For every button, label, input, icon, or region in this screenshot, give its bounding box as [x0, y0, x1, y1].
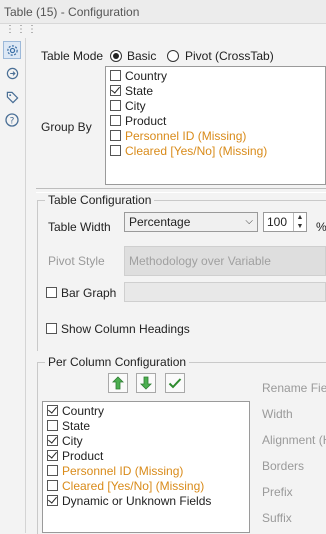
connection-icon[interactable]	[3, 64, 21, 82]
table-mode-label: Table Mode	[41, 49, 104, 63]
gear-icon[interactable]	[3, 41, 21, 59]
checkbox[interactable]	[47, 405, 58, 416]
table-config-title: Table Configuration	[45, 193, 155, 207]
move-up-icon	[112, 376, 124, 390]
grip-handle[interactable]: ⋮⋮⋮	[5, 25, 38, 35]
table-width-number[interactable]: 100 ▲ ▼	[263, 212, 307, 232]
table-width-unit: %	[316, 220, 326, 234]
tag-icon[interactable]	[3, 88, 21, 106]
checkbox[interactable]	[110, 115, 121, 126]
basic-radio[interactable]	[110, 50, 122, 62]
basic-radio-label[interactable]: Basic	[127, 49, 156, 63]
pivot-style-label: Pivot Style	[48, 254, 105, 268]
list-item[interactable]: Dynamic or Unknown Fields	[47, 494, 211, 509]
move-down-icon	[140, 376, 152, 390]
checkbox[interactable]	[47, 465, 58, 476]
bar-graph-input	[124, 282, 326, 302]
help-icon[interactable]: ?	[3, 111, 21, 129]
window-title: Table (15) - Configuration	[0, 0, 326, 24]
bar-graph-checkbox[interactable]	[46, 287, 57, 298]
chevron-down-icon: ⌵	[245, 216, 253, 227]
checkbox[interactable]	[47, 420, 58, 431]
sidebar: ?	[0, 38, 26, 533]
pivot-radio-label[interactable]: Pivot (CrossTab)	[185, 49, 274, 63]
checkbox[interactable]	[110, 130, 121, 141]
width-label: Width	[262, 407, 293, 421]
list-item[interactable]: Cleared [Yes/No] (Missing)	[47, 479, 204, 494]
move-down-button[interactable]	[136, 373, 156, 393]
list-item[interactable]: City	[110, 99, 146, 114]
spin-down-icon[interactable]: ▼	[294, 222, 306, 231]
list-item[interactable]: Product	[110, 114, 166, 129]
borders-label: Borders	[262, 459, 305, 473]
checkbox[interactable]	[47, 450, 58, 461]
list-item[interactable]: Personnel ID (Missing)	[110, 129, 246, 144]
show-headings-checkbox-row[interactable]: Show Column Headings	[46, 322, 190, 336]
checkbox[interactable]	[47, 435, 58, 446]
rename-field-label: Rename Field	[262, 381, 326, 395]
show-headings-checkbox[interactable]	[46, 323, 57, 334]
suffix-label: Suffix	[262, 511, 292, 525]
list-item[interactable]: Cleared [Yes/No] (Missing)	[110, 144, 267, 159]
group-by-list[interactable]: Country State City Product Personnel ID …	[105, 66, 326, 185]
check-all-icon	[168, 378, 182, 389]
checkbox[interactable]	[110, 70, 121, 81]
table-width-select[interactable]: Percentage ⌵	[124, 212, 258, 232]
pivot-radio[interactable]	[167, 50, 179, 62]
alignment-label: Alignment (H)	[262, 433, 326, 447]
per-column-list[interactable]: Country State City Product Personnel ID …	[42, 401, 250, 533]
svg-text:?: ?	[10, 117, 15, 127]
bar-graph-checkbox-row[interactable]: Bar Graph	[46, 286, 116, 300]
checkbox[interactable]	[110, 85, 121, 96]
checkbox[interactable]	[47, 495, 58, 506]
group-by-label: Group By	[41, 120, 92, 134]
pivot-style-select: Methodology over Variable	[124, 246, 326, 276]
check-all-button[interactable]	[165, 373, 185, 393]
spin-buttons[interactable]: ▲ ▼	[293, 213, 306, 231]
move-up-button[interactable]	[108, 373, 128, 393]
per-column-title: Per Column Configuration	[45, 355, 190, 369]
list-item[interactable]: Country	[110, 69, 167, 84]
list-item[interactable]: State	[110, 84, 153, 99]
list-item[interactable]: Country	[47, 404, 104, 419]
prefix-label: Prefix	[262, 485, 293, 499]
checkbox[interactable]	[110, 100, 121, 111]
list-item[interactable]: Personnel ID (Missing)	[47, 464, 183, 479]
list-item[interactable]: City	[47, 434, 83, 449]
table-width-label: Table Width	[48, 220, 111, 234]
list-item[interactable]: Product	[47, 449, 103, 464]
spin-up-icon[interactable]: ▲	[294, 213, 306, 222]
list-item[interactable]: State	[47, 419, 90, 434]
checkbox[interactable]	[110, 145, 121, 156]
checkbox[interactable]	[47, 480, 58, 491]
